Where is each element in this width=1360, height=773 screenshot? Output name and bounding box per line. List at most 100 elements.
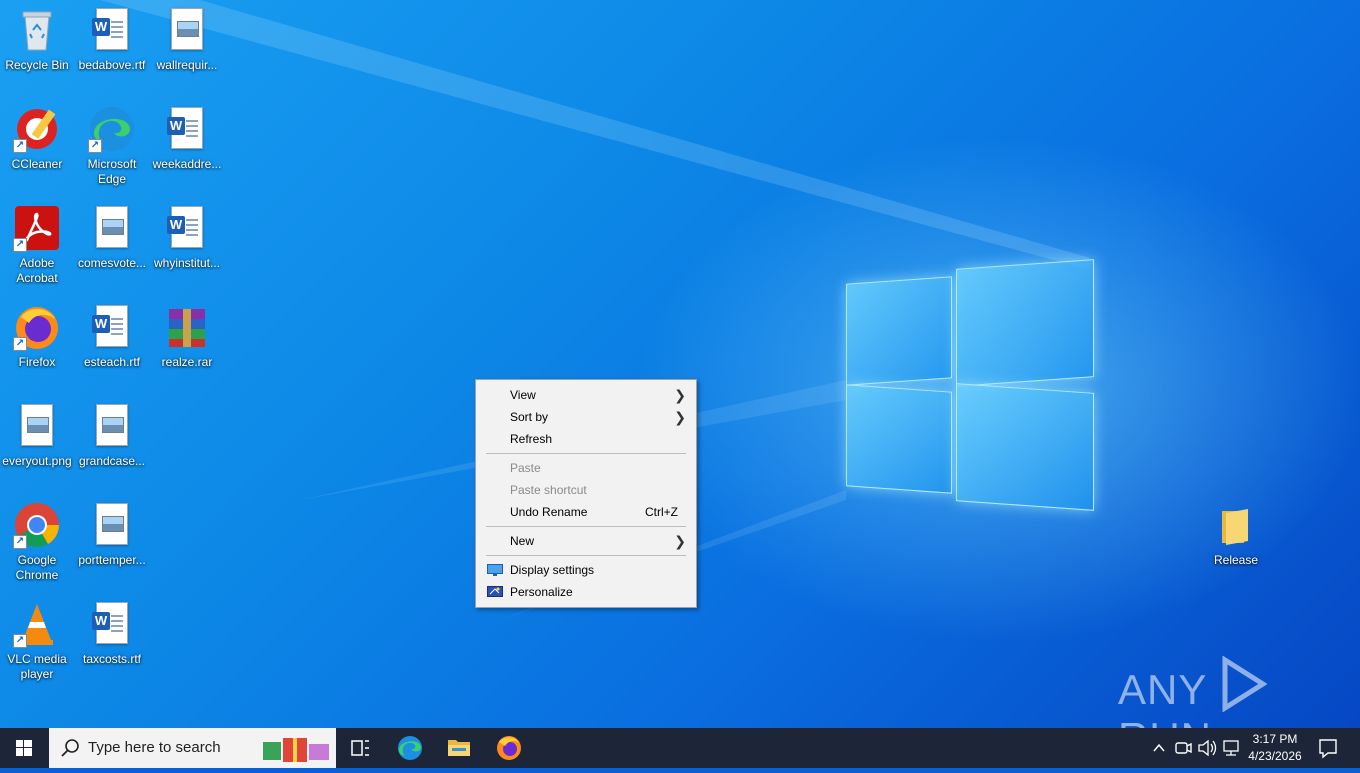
icon-label: bedabove.rtf	[78, 58, 146, 72]
file-explorer-icon	[448, 740, 470, 756]
desktop-icon-realze-rar[interactable]: realze.rar	[150, 299, 224, 370]
shortcut-arrow-icon: ↗	[13, 238, 27, 252]
desktop-icon-taxcosts-rtf[interactable]: W taxcosts.rtf	[75, 596, 149, 667]
ccleaner-icon: ↗	[13, 105, 61, 153]
taskbar-file-explorer-button[interactable]	[435, 728, 483, 768]
menu-separator	[486, 555, 686, 556]
watermark-left-text: ANY	[1118, 666, 1207, 713]
shortcut-arrow-icon: ↗	[13, 139, 27, 153]
shortcut-arrow-icon: ↗	[13, 337, 27, 351]
desktop-icon-everyout-png[interactable]: everyout.png	[0, 398, 74, 469]
clock-date: 4/23/2026	[1248, 749, 1302, 763]
desktop-icon-grandcase[interactable]: grandcase...	[75, 398, 149, 469]
menu-item-refresh[interactable]: Refresh	[478, 428, 694, 450]
menu-item-label: New	[510, 534, 535, 548]
menu-item-sort-by[interactable]: Sort by ❯	[478, 406, 694, 428]
edge-icon: ↗	[88, 105, 136, 153]
icon-label: porttemper...	[78, 553, 146, 567]
menu-item-personalize[interactable]: Personalize	[478, 581, 694, 603]
desktop-icon-esteach-rtf[interactable]: W esteach.rtf	[75, 299, 149, 370]
icon-label: VLC media player	[7, 652, 67, 681]
desktop-icon-weekaddre[interactable]: W weekaddre...	[150, 101, 224, 172]
image-file-icon	[88, 204, 136, 252]
chevron-right-icon: ❯	[674, 533, 686, 549]
firefox-icon	[497, 736, 521, 760]
menu-item-label: Undo Rename	[510, 505, 588, 519]
show-hidden-icons-button[interactable]	[1148, 728, 1170, 768]
shortcut-arrow-icon: ↗	[13, 535, 27, 549]
firefox-icon: ↗	[13, 303, 61, 351]
icon-label: CCleaner	[11, 157, 63, 171]
shortcut-arrow-icon: ↗	[88, 139, 102, 153]
menu-item-view[interactable]: View ❯	[478, 384, 694, 406]
word-document-icon: W	[88, 303, 136, 351]
notification-icon	[1319, 739, 1337, 759]
desktop-icon-google-chrome[interactable]: ↗ Google Chrome	[0, 497, 74, 583]
menu-item-display-settings[interactable]: Display settings	[478, 559, 694, 581]
icon-label: esteach.rtf	[83, 355, 141, 369]
desktop-icon-whyinstitut[interactable]: W whyinstitut...	[150, 200, 224, 271]
icon-label: grandcase...	[78, 454, 146, 468]
menu-item-label: View	[510, 388, 536, 402]
menu-item-label: Paste shortcut	[510, 483, 587, 497]
desktop-icon-microsoft-edge[interactable]: ↗ Microsoft Edge	[75, 101, 149, 187]
search-placeholder: Type here to search	[88, 739, 221, 756]
speaker-icon	[1198, 739, 1217, 757]
winrar-archive-icon	[163, 303, 211, 351]
tray-volume-button[interactable]	[1196, 728, 1218, 768]
chevron-right-icon: ❯	[674, 409, 686, 425]
menu-item-new[interactable]: New ❯	[478, 530, 694, 552]
taskbar-firefox-button[interactable]	[485, 728, 533, 768]
folder-icon	[1212, 501, 1260, 549]
menu-separator	[486, 526, 686, 527]
task-view-button[interactable]	[336, 728, 384, 768]
chrome-icon: ↗	[13, 501, 61, 549]
desktop-icon-release-folder[interactable]: Release	[1199, 497, 1273, 568]
personalize-icon	[487, 586, 503, 597]
task-view-icon	[351, 740, 369, 756]
icon-label: weekaddre...	[152, 157, 222, 171]
icon-label: Microsoft Edge	[87, 157, 137, 186]
desktop-icon-recycle-bin[interactable]: Recycle Bin	[0, 2, 74, 73]
icon-label: whyinstitut...	[153, 256, 221, 270]
desktop-icon-firefox[interactable]: ↗ Firefox	[0, 299, 74, 370]
taskbar-search-box[interactable]: Type here to search	[49, 728, 336, 768]
menu-item-label: Personalize	[510, 585, 573, 599]
desktop-icon-porttemper[interactable]: porttemper...	[75, 497, 149, 568]
tray-clock[interactable]: 3:17 PM 4/23/2026	[1244, 728, 1306, 768]
windows-start-icon	[16, 740, 32, 756]
desktop-icon-vlc[interactable]: ↗ VLC media player	[0, 596, 74, 682]
display-icon	[487, 564, 503, 576]
taskbar-edge-button[interactable]	[386, 728, 434, 768]
action-center-button[interactable]	[1310, 728, 1346, 768]
word-document-icon: W	[88, 600, 136, 648]
icon-label: realze.rar	[161, 355, 213, 369]
icon-label: comesvote...	[77, 256, 147, 270]
start-button[interactable]	[0, 728, 48, 768]
desktop-icon-adobe-acrobat[interactable]: ↗ Adobe Acrobat	[0, 200, 74, 286]
taskbar: Type here to search 3:17 PM 4/23/2026	[0, 728, 1360, 768]
desktop-icon-wallrequir[interactable]: wallrequir...	[150, 2, 224, 73]
image-file-icon	[88, 501, 136, 549]
desktop-icon-ccleaner[interactable]: ↗ CCleaner	[0, 101, 74, 172]
play-icon	[1222, 655, 1268, 713]
icon-label: wallrequir...	[156, 58, 218, 72]
desktop-icon-bedabove-rtf[interactable]: W bedabove.rtf	[75, 2, 149, 73]
image-file-icon	[13, 402, 61, 450]
desktop-icon-comesvote[interactable]: comesvote...	[75, 200, 149, 271]
menu-item-undo-rename[interactable]: Undo Rename Ctrl+Z	[478, 501, 694, 523]
tray-meet-now-button[interactable]	[1172, 728, 1194, 768]
menu-item-label: Display settings	[510, 563, 595, 577]
icon-label: taxcosts.rtf	[82, 652, 141, 666]
chevron-right-icon: ❯	[674, 387, 686, 403]
menu-item-paste-shortcut[interactable]: Paste shortcut	[478, 479, 694, 501]
menu-item-paste[interactable]: Paste	[478, 457, 694, 479]
acrobat-icon: ↗	[13, 204, 61, 252]
desktop[interactable]: Recycle Bin ↗ CCleaner ↗ Adobe Acrobat ↗…	[0, 0, 1360, 728]
tray-network-button[interactable]	[1220, 728, 1242, 768]
icon-label: everyout.png	[2, 454, 72, 468]
icon-label: Recycle Bin	[5, 58, 69, 72]
vlc-icon: ↗	[13, 600, 61, 648]
menu-separator	[486, 453, 686, 454]
watermark-right-text: RUN	[1118, 714, 1212, 728]
